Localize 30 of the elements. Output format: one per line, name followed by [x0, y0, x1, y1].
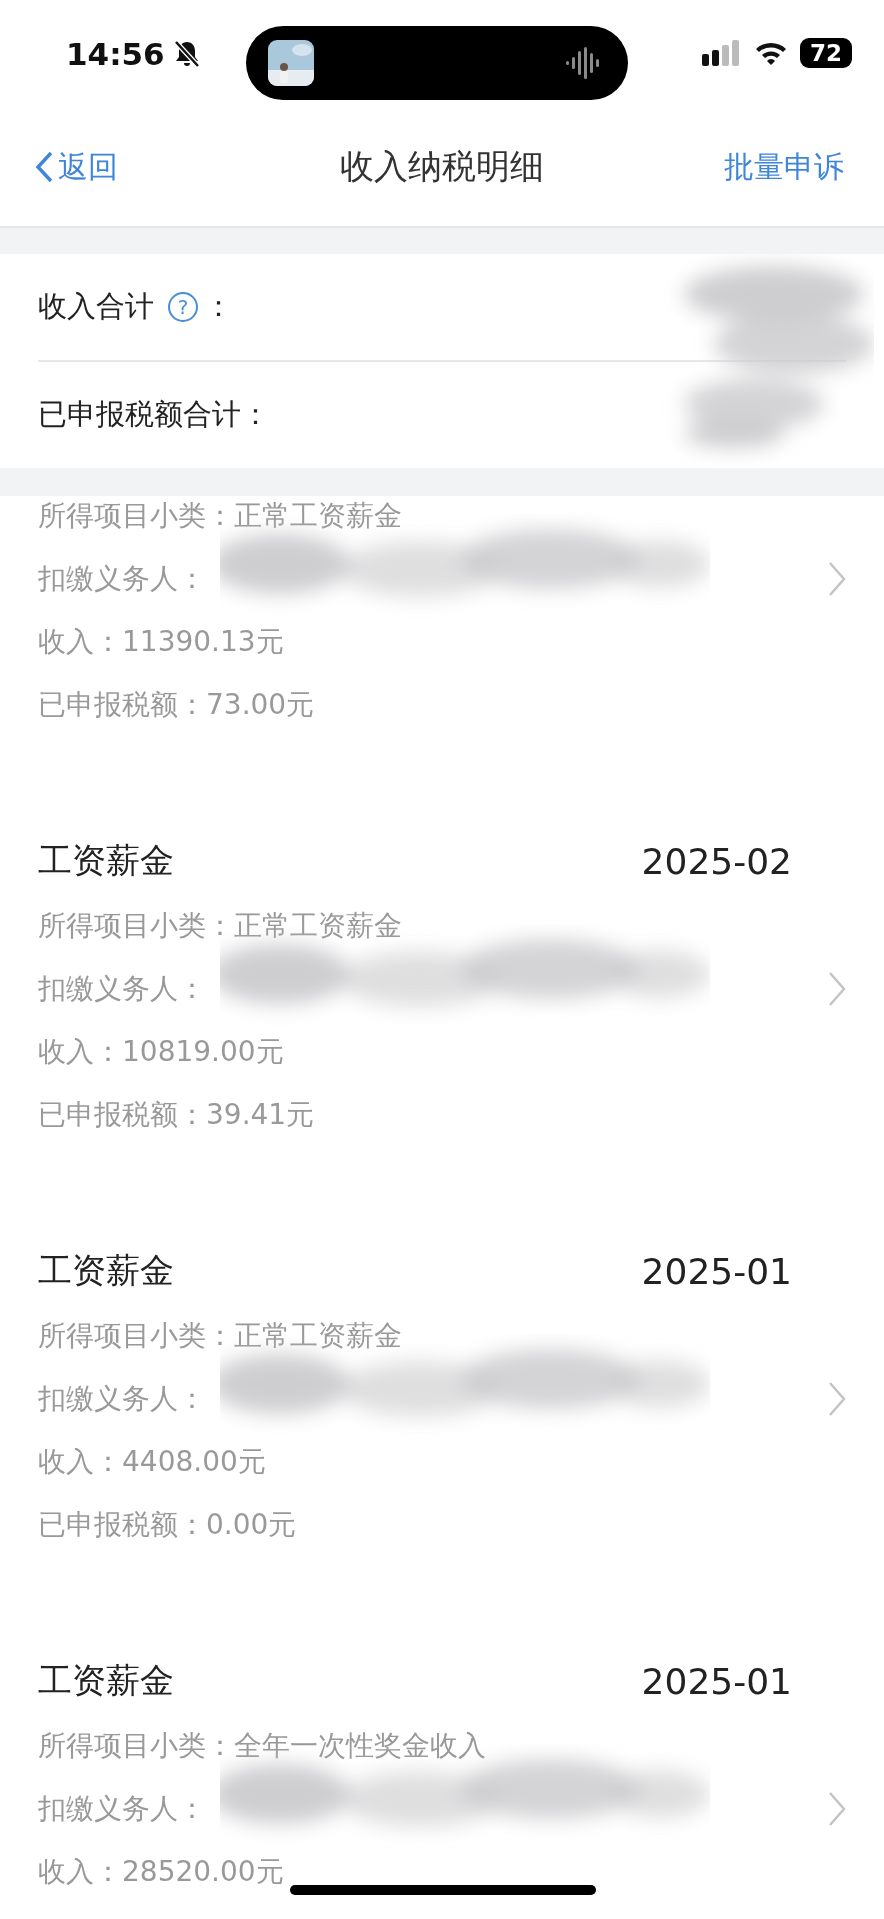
record-title: 工资薪金: [38, 839, 174, 882]
record-detail: 扣缴义务人：: [38, 970, 206, 1007]
record-detail: 已申报税额：73.00元: [38, 686, 315, 723]
page-title: 收入纳税明细: [340, 145, 544, 188]
record-detail: 已申报税额：0.00元: [38, 1506, 297, 1543]
status-time: 14:56: [66, 36, 165, 72]
batch-appeal-button[interactable]: 批量申诉: [724, 146, 844, 188]
record-detail: 扣缴义务人：: [38, 1790, 206, 1827]
record-date: 2025-01: [641, 1250, 792, 1292]
record-title: 工资薪金: [38, 1249, 174, 1292]
summary-label: 已申报税额合计：: [38, 396, 270, 433]
record-detail: 已申报税额：39.41元: [38, 1096, 315, 1133]
record-date: 2025-01: [641, 1660, 792, 1702]
help-icon[interactable]: ?: [168, 292, 198, 322]
record-detail: 所得项目小类：正常工资薪金: [38, 907, 402, 944]
back-button[interactable]: 返回: [34, 146, 118, 188]
record-detail: 所得项目小类：正常工资薪金: [38, 1317, 402, 1354]
record-detail: 收入：10819.00元: [38, 1033, 284, 1070]
record-title: 工资薪金: [38, 1659, 174, 1702]
record-detail: 扣缴义务人：: [38, 1380, 206, 1417]
record-detail: 收入：11390.13元: [38, 623, 284, 660]
record-date: 2025-02: [641, 840, 792, 882]
battery-level: 72: [800, 38, 852, 68]
record-detail: 收入：4408.00元: [38, 1443, 266, 1480]
record-detail: 所得项目小类：正常工资薪金: [38, 497, 402, 534]
summary-label: 收入合计: [38, 288, 154, 325]
record-detail: 所得项目小类：全年一次性奖金收入: [38, 1727, 486, 1764]
colon: ：: [204, 288, 233, 325]
record-detail: 扣缴义务人：: [38, 560, 206, 597]
record-detail: 收入：28520.00元: [38, 1853, 284, 1890]
